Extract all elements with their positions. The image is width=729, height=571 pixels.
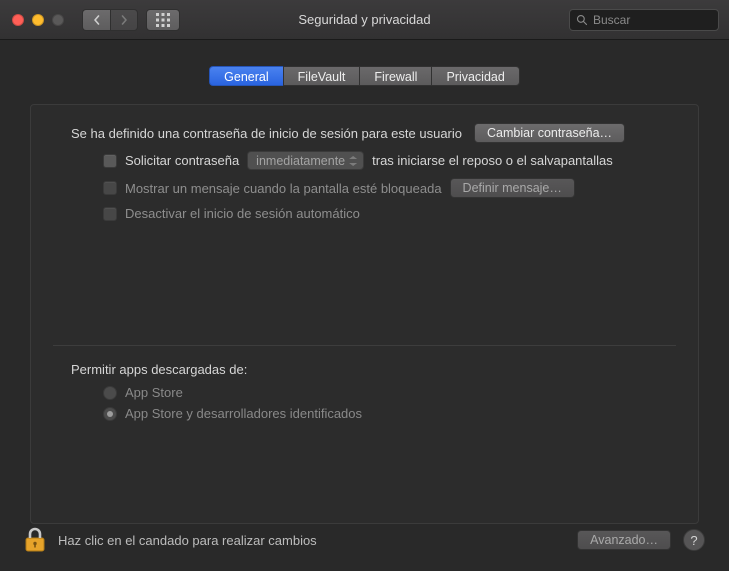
require-password-row: Solicitar contraseña inmediatamente tras… xyxy=(31,147,698,174)
allow-apps-identified-row: App Store y desarrolladores identificado… xyxy=(31,406,698,421)
divider xyxy=(53,345,676,346)
disable-autologin-checkbox xyxy=(103,207,117,221)
back-button[interactable] xyxy=(82,9,110,31)
grid-icon xyxy=(156,13,170,27)
search-input[interactable] xyxy=(593,13,729,27)
allow-apps-appstore-radio xyxy=(103,386,117,400)
close-window-button[interactable] xyxy=(12,14,24,26)
tab-firewall[interactable]: Firewall xyxy=(359,66,431,86)
require-password-suffix: tras iniciarse el reposo o el salvapanta… xyxy=(372,153,613,168)
password-defined-label: Se ha definido una contraseña de inicio … xyxy=(71,126,462,141)
lock-hint-label: Haz clic en el candado para realizar cam… xyxy=(58,533,317,548)
tab-general[interactable]: General xyxy=(209,66,282,86)
general-group: Se ha definido una contraseña de inicio … xyxy=(30,104,699,524)
search-field[interactable] xyxy=(569,9,719,31)
zoom-window-button xyxy=(52,14,64,26)
chevron-left-icon xyxy=(92,15,102,25)
show-lock-message-label: Mostrar un mensaje cuando la pantalla es… xyxy=(125,181,442,196)
chevron-right-icon xyxy=(119,15,129,25)
allow-apps-identified-label: App Store y desarrolladores identificado… xyxy=(125,406,362,421)
show-message-row: Mostrar un mensaje cuando la pantalla es… xyxy=(31,174,698,202)
footer: Haz clic en el candado para realizar cam… xyxy=(0,527,729,553)
help-button[interactable]: ? xyxy=(683,529,705,551)
show-all-prefs-button[interactable] xyxy=(146,9,180,31)
tab-privacy[interactable]: Privacidad xyxy=(431,66,519,86)
change-password-button[interactable]: Cambiar contraseña… xyxy=(474,123,625,143)
password-defined-row: Se ha definido una contraseña de inicio … xyxy=(31,105,698,147)
allow-apps-identified-radio xyxy=(103,407,117,421)
set-lock-message-button: Definir mensaje… xyxy=(450,178,575,198)
window-controls xyxy=(12,14,64,26)
disable-autologin-row: Desactivar el inicio de sesión automátic… xyxy=(31,202,698,225)
lock-icon[interactable] xyxy=(24,527,46,553)
require-password-label: Solicitar contraseña xyxy=(125,153,239,168)
allow-apps-appstore-row: App Store xyxy=(31,385,698,400)
forward-button xyxy=(110,9,138,31)
advanced-button[interactable]: Avanzado… xyxy=(577,530,671,550)
require-password-delay-select: inmediatamente xyxy=(247,151,364,170)
disable-autologin-label: Desactivar el inicio de sesión automátic… xyxy=(125,206,360,221)
tab-filevault[interactable]: FileVault xyxy=(283,66,360,86)
tab-bar: General FileVault Firewall Privacidad xyxy=(0,66,729,86)
nav-back-forward xyxy=(82,9,138,31)
allow-apps-title: Permitir apps descargadas de: xyxy=(31,362,698,377)
require-password-checkbox[interactable] xyxy=(103,154,117,168)
minimize-window-button[interactable] xyxy=(32,14,44,26)
show-lock-message-checkbox xyxy=(103,181,117,195)
search-icon xyxy=(576,14,588,26)
prefs-panel: General FileVault Firewall Privacidad Se… xyxy=(0,40,729,571)
titlebar: Seguridad y privacidad xyxy=(0,0,729,40)
allow-apps-appstore-label: App Store xyxy=(125,385,183,400)
